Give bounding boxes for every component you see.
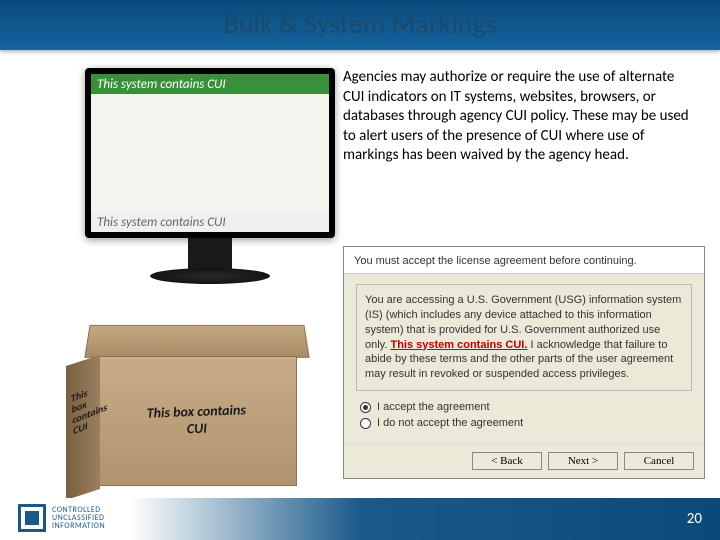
cui-logo: CONTROLLED UNCLASSIFIED INFORMATION	[18, 504, 105, 532]
monitor-illustration: This system contains CUI This system con…	[85, 68, 335, 284]
radio-icon	[360, 402, 371, 413]
dialog-cui-highlight: This system contains CUI.	[390, 339, 527, 351]
radio-reject[interactable]: I do not accept the agreement	[360, 417, 692, 429]
next-button[interactable]: Next >	[548, 452, 618, 470]
slide-footer-bar	[0, 498, 720, 540]
radio-icon	[360, 418, 371, 429]
monitor-top-banner: This system contains CUI	[91, 74, 329, 94]
cui-logo-icon	[18, 504, 46, 532]
back-button[interactable]: < Back	[472, 452, 542, 470]
license-dialog: You must accept the license agreement be…	[343, 246, 705, 479]
box-front-label: This box containsCUI	[147, 402, 247, 439]
radio-accept[interactable]: I accept the agreement	[360, 401, 692, 413]
dialog-instruction: You must accept the license agreement be…	[344, 247, 704, 274]
cancel-button[interactable]: Cancel	[624, 452, 694, 470]
dialog-agreement-text: You are accessing a U.S. Government (USG…	[356, 284, 692, 391]
monitor-bottom-banner: This system contains CUI	[91, 212, 329, 232]
page-number: 20	[687, 510, 702, 528]
slide-title: Bulk & System Markings	[0, 6, 720, 41]
storage-box-illustration: This box contains CUI This box containsC…	[82, 322, 312, 486]
slide-body-text: Agencies may authorize or require the us…	[343, 68, 693, 166]
